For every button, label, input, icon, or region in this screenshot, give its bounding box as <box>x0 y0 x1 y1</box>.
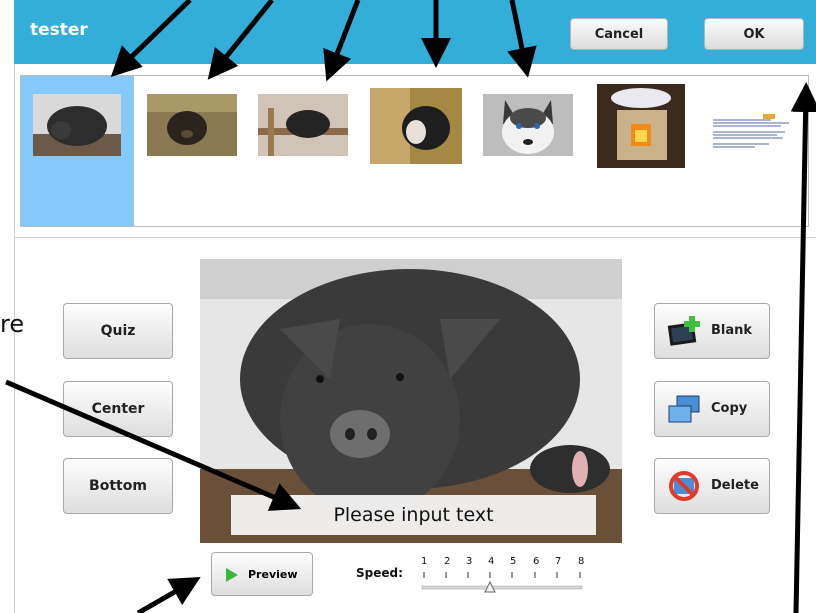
speed-tick-8: 8 <box>578 556 585 567</box>
delete-label: Delete <box>711 478 759 493</box>
ok-button[interactable]: OK <box>704 18 804 50</box>
copy-button[interactable]: Copy <box>654 381 770 437</box>
clipped-text: re <box>0 310 25 338</box>
blank-label: Blank <box>711 323 753 338</box>
divider <box>14 237 816 238</box>
play-icon <box>226 568 238 582</box>
slide-thumbnail-3[interactable] <box>258 94 348 156</box>
slide-thumbnail-5[interactable] <box>483 94 573 156</box>
slide-thumbnail-1[interactable] <box>33 94 121 156</box>
center-button[interactable]: Center <box>63 381 173 437</box>
preview-label: Preview <box>248 568 298 581</box>
cancel-button[interactable]: Cancel <box>570 18 668 50</box>
slide-thumbnail-6[interactable] <box>597 84 685 168</box>
header-bar: tester Cancel OK <box>14 0 816 64</box>
blank-slide-icon <box>667 316 701 346</box>
slide-thumbnail-7[interactable] <box>711 94 801 156</box>
caption-text-field[interactable]: Please input text <box>231 495 596 535</box>
speed-tick-6: 6 <box>533 556 540 567</box>
speed-tick-5: 5 <box>510 556 517 567</box>
slide-thumbnail-strip <box>20 75 809 227</box>
copy-label: Copy <box>711 401 748 416</box>
speed-tick-4: 4 <box>488 556 495 567</box>
speed-slider[interactable] <box>418 570 594 594</box>
bottom-button[interactable]: Bottom <box>63 458 173 514</box>
speed-tick-2: 2 <box>444 556 451 567</box>
quiz-button[interactable]: Quiz <box>63 303 173 359</box>
speed-tick-3: 3 <box>466 556 473 567</box>
delete-button[interactable]: Delete <box>654 458 770 514</box>
preview-button[interactable]: Preview <box>211 552 313 596</box>
slide-thumbnail-4[interactable] <box>370 88 462 164</box>
delete-icon <box>667 471 701 501</box>
speed-tick-7: 7 <box>555 556 562 567</box>
speed-tick-1: 1 <box>421 556 428 567</box>
copy-icon <box>667 394 701 424</box>
slide-thumbnail-2[interactable] <box>147 94 237 156</box>
blank-button[interactable]: Blank <box>654 303 770 359</box>
speed-label: Speed: <box>356 566 403 580</box>
app-title: tester <box>30 20 88 40</box>
